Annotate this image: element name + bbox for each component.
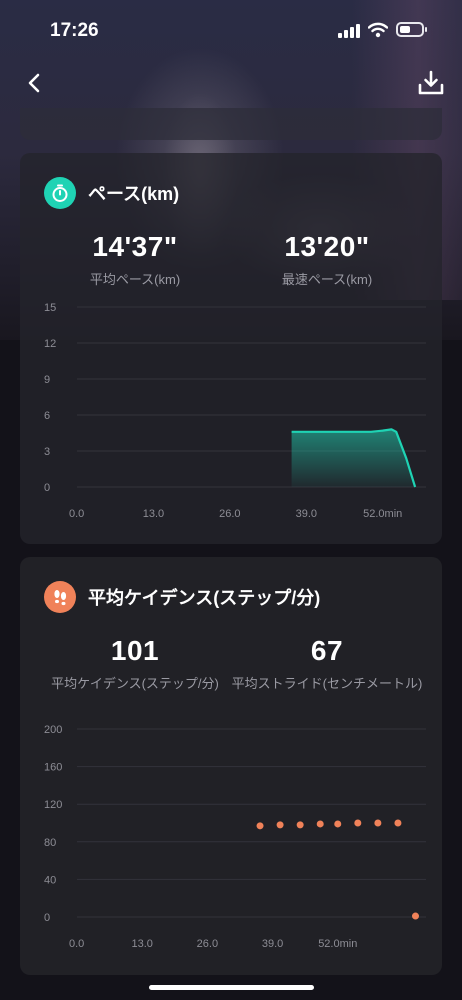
avg-stride-value: 67 [310, 635, 344, 666]
y-tick-label: 40 [44, 874, 56, 886]
cadence-card: 平均ケイデンス(ステップ/分) 101 平均ケイデンス(ステップ/分) 67 平… [20, 557, 442, 975]
cadence-point [374, 819, 382, 827]
best-pace-label: 最速ペース(km) [281, 272, 373, 287]
cadence-point [394, 819, 402, 827]
y-tick-label: 12 [44, 338, 56, 350]
y-tick-label: 9 [44, 374, 50, 386]
footprints-icon [44, 581, 76, 613]
x-tick-label: 26.0 [219, 508, 240, 520]
wifi-icon [368, 22, 388, 38]
x-tick-label: 13.0 [131, 938, 152, 950]
avg-cadence-stat: 101 平均ケイデンス(ステップ/分) [35, 635, 235, 692]
avg-cadence-value: 101 [110, 635, 160, 666]
best-pace-value: 13'20" [284, 231, 370, 262]
cadence-card-title: 平均ケイデンス(ステップ/分) [88, 588, 321, 608]
y-tick-label: 80 [44, 837, 56, 849]
avg-stride-label: 平均ストライド(センチメートル) [231, 676, 423, 691]
cadence-point [296, 821, 304, 829]
battery-icon [396, 22, 427, 37]
y-tick-label: 120 [44, 799, 62, 811]
x-tick-label: 39.0 [296, 508, 317, 520]
x-tick-label: 0.0 [69, 938, 84, 950]
y-tick-label: 15 [44, 302, 56, 314]
best-pace-stat: 13'20" 最速ペース(km) [227, 231, 427, 288]
pace-card: ペース(km) 14'37" 平均ペース(km) 13'20" 最速ペース(km… [20, 153, 442, 544]
y-tick-label: 0 [44, 912, 50, 924]
x-tick-label: 26.0 [197, 938, 218, 950]
status-bar: 17:26 [0, 0, 462, 60]
avg-pace-label: 平均ペース(km) [89, 272, 181, 287]
home-indicator[interactable] [149, 985, 314, 990]
y-tick-label: 3 [44, 446, 50, 458]
cadence-point [256, 822, 264, 830]
cellular-signal-icon [338, 24, 360, 38]
pace-chart: 15 12 9 6 3 0 0.0 13.0 26.0 39.0 52.0min [44, 302, 426, 520]
pace-card-title: ペース(km) [88, 184, 180, 204]
pace-card-header: ペース(km) [44, 177, 179, 209]
y-tick-label: 160 [44, 762, 62, 774]
chevron-left-icon[interactable] [22, 70, 48, 96]
cadence-card-header: 平均ケイデンス(ステップ/分) [44, 581, 320, 613]
y-tick-label: 0 [44, 482, 50, 494]
cadence-point [334, 820, 342, 828]
avg-pace-value: 14'37" [92, 231, 178, 262]
y-tick-label: 200 [44, 724, 62, 736]
cadence-point [411, 912, 419, 920]
avg-pace-stat: 14'37" 平均ペース(km) [35, 231, 235, 288]
x-tick-label: 52.0min [318, 938, 357, 950]
cadence-point [354, 819, 362, 827]
status-time: 17:26 [50, 20, 99, 41]
y-tick-label: 6 [44, 410, 50, 422]
stopwatch-icon [44, 177, 76, 209]
download-icon[interactable] [416, 68, 446, 98]
previous-card-bottom [20, 108, 442, 140]
avg-cadence-label: 平均ケイデンス(ステップ/分) [51, 676, 219, 691]
cadence-chart: 200 160 120 80 40 0 0.0 13.0 26.0 39.0 52.0min [44, 724, 426, 950]
x-tick-label: 13.0 [143, 508, 164, 520]
avg-stride-stat: 67 平均ストライド(センチメートル) [227, 635, 427, 692]
x-tick-label: 52.0min [363, 508, 402, 520]
pace-area-fill [291, 429, 416, 487]
cadence-point [316, 820, 324, 828]
x-tick-label: 39.0 [262, 938, 283, 950]
cadence-point [276, 821, 284, 829]
x-tick-label: 0.0 [69, 508, 84, 520]
